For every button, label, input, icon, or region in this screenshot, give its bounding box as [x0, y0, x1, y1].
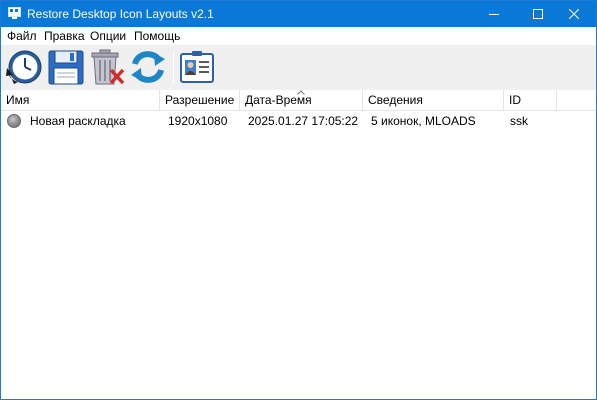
column-header-resolution[interactable]: Разрешение — [160, 90, 240, 110]
window-title: Restore Desktop Icon Layouts v2.1 — [27, 7, 214, 21]
menu-bar: Файл Правка Опции Помощь — [1, 27, 596, 45]
cell-id: ssk — [510, 114, 528, 128]
delete-trash-icon[interactable] — [89, 48, 127, 86]
title-bar[interactable]: Restore Desktop Icon Layouts v2.1 — [1, 1, 596, 27]
refresh-icon[interactable] — [129, 48, 167, 86]
menu-help[interactable]: Помощь — [134, 29, 180, 43]
menu-options[interactable]: Опции — [90, 29, 126, 43]
list-header: Имя Разрешение Дата-Время Сведения ID — [1, 90, 596, 111]
toolbar — [1, 45, 596, 90]
cell-details: 5 иконок, MLOADS — [371, 114, 476, 128]
close-icon — [569, 9, 579, 19]
gray-dot-icon — [7, 114, 21, 128]
sort-ascending-icon — [297, 90, 305, 95]
app-icon — [8, 7, 21, 19]
close-button[interactable] — [552, 1, 596, 27]
restore-clock-icon[interactable] — [5, 48, 43, 86]
cell-resolution: 1920x1080 — [168, 114, 228, 128]
menu-edit[interactable]: Правка — [44, 29, 85, 43]
menu-file[interactable]: Файл — [7, 29, 37, 43]
maximize-icon — [533, 9, 543, 19]
save-floppy-icon[interactable] — [47, 48, 85, 86]
minimize-icon — [489, 14, 499, 15]
properties-card-icon[interactable] — [178, 48, 216, 86]
cell-name: Новая раскладка — [30, 114, 126, 128]
column-header-name[interactable]: Имя — [1, 90, 160, 110]
app-window: Restore Desktop Icon Layouts v2.1 Файл П… — [0, 0, 597, 400]
column-header-id[interactable]: ID — [504, 90, 557, 110]
column-header-details[interactable]: Сведения — [363, 90, 504, 110]
toolbar-separator — [173, 50, 174, 84]
table-row[interactable]: Новая раскладка 1920x1080 2025.01.27 17:… — [1, 112, 596, 131]
cell-datetime: 2025.01.27 17:05:22 — [248, 114, 359, 128]
minimize-button[interactable] — [472, 1, 516, 27]
